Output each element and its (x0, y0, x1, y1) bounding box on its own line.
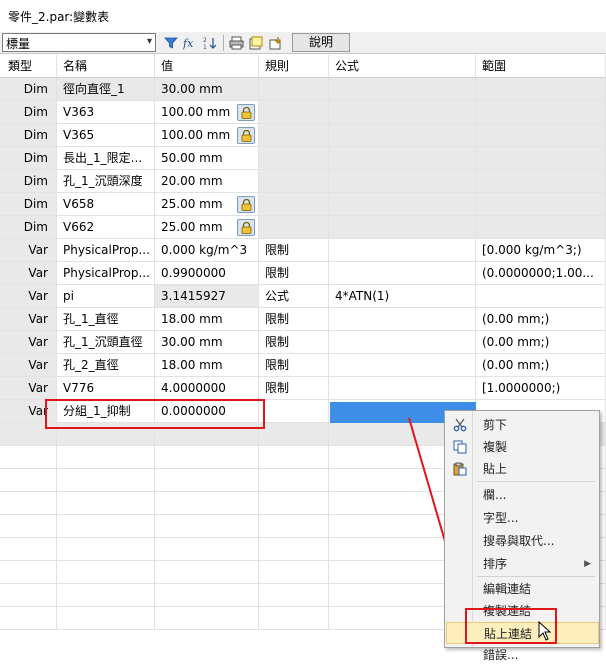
menu-item[interactable]: 搜尋與取代... (446, 530, 599, 552)
menu-item-label: 錯誤... (483, 648, 519, 662)
paste-icon (452, 461, 468, 477)
menu-item[interactable]: 複製 (446, 436, 599, 458)
mouse-cursor-icon (538, 620, 552, 644)
menu-item[interactable]: 剪下 (446, 414, 599, 436)
menu-item[interactable]: 編輯連結 (446, 578, 599, 600)
menu-item-label: 排序 (483, 557, 508, 571)
menu-item[interactable]: 排序 ▶ (446, 553, 599, 575)
menu-item-label: 複製 (483, 440, 508, 454)
menu-item-label: 貼上 (483, 462, 508, 476)
menu-item-label: 編輯連結 (483, 582, 532, 596)
menu-separator (477, 481, 595, 482)
menu-separator (477, 576, 595, 577)
menu-item[interactable]: 錯誤... (446, 644, 599, 666)
scissors-icon (452, 417, 468, 433)
menu-item-label: 剪下 (483, 418, 508, 432)
menu-item[interactable]: 欄... (446, 484, 599, 506)
copy-icon (452, 439, 468, 455)
menu-item-label: 字型... (483, 511, 519, 525)
menu-item[interactable]: 貼上 (446, 458, 599, 480)
submenu-arrow-icon: ▶ (584, 559, 591, 569)
menu-item-label: 欄... (483, 488, 507, 502)
menu-item-label: 搜尋與取代... (483, 534, 555, 548)
menu-item[interactable]: 字型... (446, 507, 599, 529)
